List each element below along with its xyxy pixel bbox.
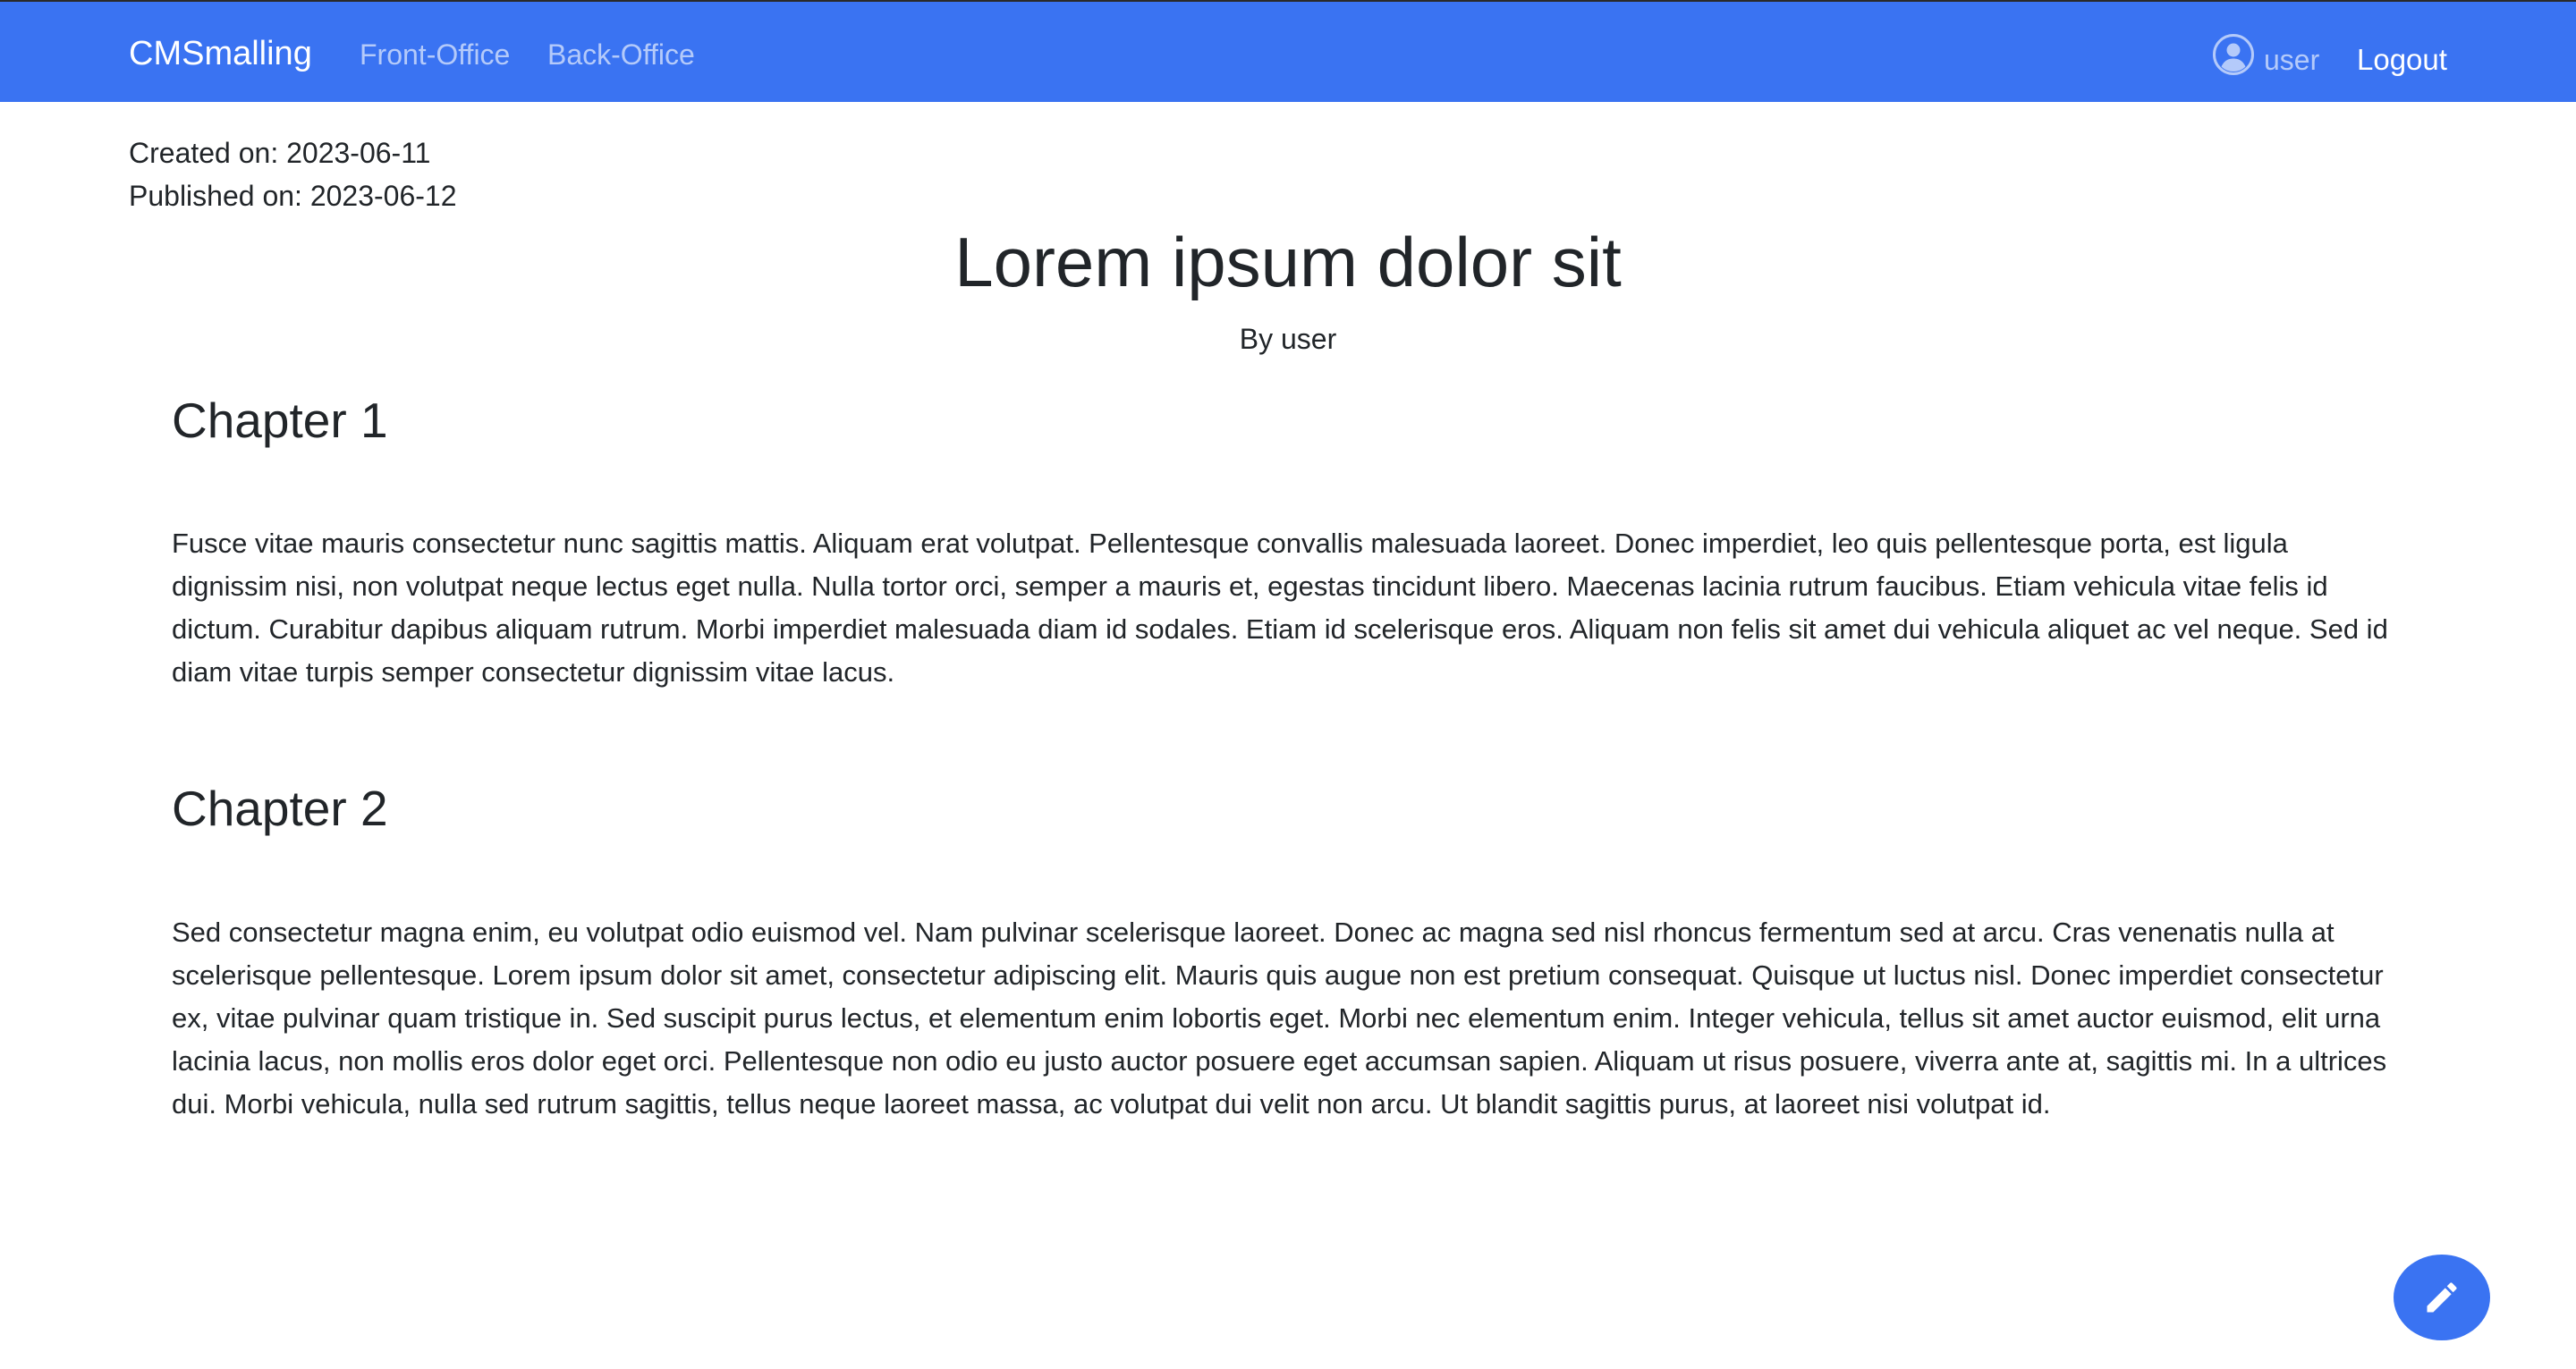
- created-date: Created on: 2023-06-11: [129, 137, 431, 169]
- edit-article-button[interactable]: [2394, 1255, 2490, 1340]
- article-byline: By user: [1239, 323, 1337, 355]
- published-date: Published on: 2023-06-12: [129, 180, 457, 212]
- chapter-1-heading: Chapter 1: [172, 393, 388, 448]
- user-circle-icon: [2212, 33, 2255, 76]
- logout-button[interactable]: Logout: [2357, 43, 2447, 77]
- user-menu[interactable]: user: [2212, 32, 2319, 77]
- top-navbar: CMSmalling Front-Office Back-Office user…: [0, 0, 2576, 102]
- chapter-1-body: Fusce vitae mauris consectetur nunc sagi…: [172, 528, 2388, 688]
- nav-link-front-office[interactable]: Front-Office: [360, 38, 510, 72]
- chapter-2-heading: Chapter 2: [172, 781, 388, 836]
- brand-link[interactable]: CMSmalling: [129, 34, 312, 73]
- nav-link-back-office[interactable]: Back-Office: [547, 38, 695, 72]
- chapter-2-body: Sed consectetur magna enim, eu volutpat …: [172, 917, 2387, 1120]
- article-title: Lorem ipsum dolor sit: [954, 223, 1622, 301]
- pencil-icon: [2422, 1278, 2462, 1317]
- user-name-label: user: [2264, 44, 2320, 76]
